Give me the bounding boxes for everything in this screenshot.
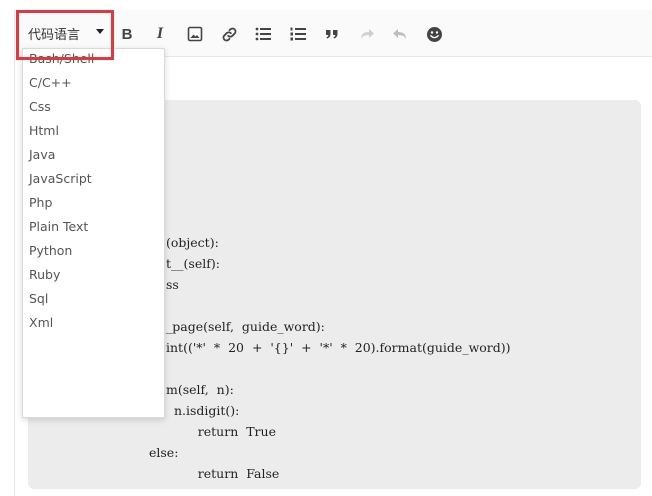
code-line: _page(self, guide_word): — [166, 319, 325, 334]
code-line: m(self, n): — [166, 382, 234, 397]
language-option-javascript[interactable]: JavaScript — [23, 167, 164, 191]
language-option-list: Bash/Shell C/C++ Css Html Java JavaScrip… — [23, 51, 164, 335]
code-line: n.isdigit(): — [166, 403, 240, 418]
italic-button[interactable]: I — [149, 23, 171, 45]
code-language-dropdown: Bash/Shell C/C++ Css Html Java JavaScrip… — [22, 48, 165, 418]
quote-button[interactable] — [321, 23, 343, 45]
quote-icon — [326, 30, 338, 39]
code-line: (object): — [166, 235, 219, 250]
redo-icon — [361, 29, 374, 39]
language-option-css[interactable]: Css — [23, 95, 164, 119]
redo-button[interactable] — [356, 23, 378, 45]
code-language-select[interactable]: 代码语言 — [21, 19, 104, 47]
image-icon — [187, 26, 203, 42]
language-option-sql[interactable]: Sql — [23, 287, 164, 311]
code-language-label: 代码语言 — [28, 27, 81, 43]
bullet-list-icon — [255, 27, 271, 41]
code-line: ss — [166, 277, 179, 292]
code-line: t__(self): — [166, 256, 220, 271]
language-option-php[interactable]: Php — [23, 191, 164, 215]
code-line: else: — [149, 445, 179, 460]
language-option-html[interactable]: Html — [23, 119, 164, 143]
link-icon — [222, 27, 236, 41]
image-button[interactable] — [184, 23, 206, 45]
code-line: int(('*' * 20 + '{}' + '*' * 20).format(… — [166, 340, 511, 355]
undo-icon — [393, 29, 406, 39]
italic-icon: I — [156, 25, 164, 42]
bullet-list-button[interactable] — [252, 23, 274, 45]
undo-button[interactable] — [389, 23, 411, 45]
language-option-c-cpp[interactable]: C/C++ — [23, 71, 164, 95]
language-option-python[interactable]: Python — [23, 239, 164, 263]
emoji-icon — [426, 26, 442, 42]
language-option-java[interactable]: Java — [23, 143, 164, 167]
bold-icon: B — [121, 25, 133, 43]
language-option-bash-shell[interactable]: Bash/Shell — [23, 49, 164, 71]
ordered-list-button[interactable] — [287, 23, 309, 45]
code-line: return True — [166, 424, 276, 439]
link-button[interactable] — [218, 23, 240, 45]
caret-down-icon — [96, 29, 104, 34]
language-option-plain-text[interactable]: Plain Text — [23, 215, 164, 239]
language-option-xml[interactable]: Xml — [23, 311, 164, 335]
language-option-ruby[interactable]: Ruby — [23, 263, 164, 287]
code-line: return False — [166, 466, 280, 481]
bold-button[interactable]: B — [116, 23, 138, 45]
emoji-button[interactable] — [423, 23, 445, 45]
ordered-list-icon — [290, 27, 306, 41]
